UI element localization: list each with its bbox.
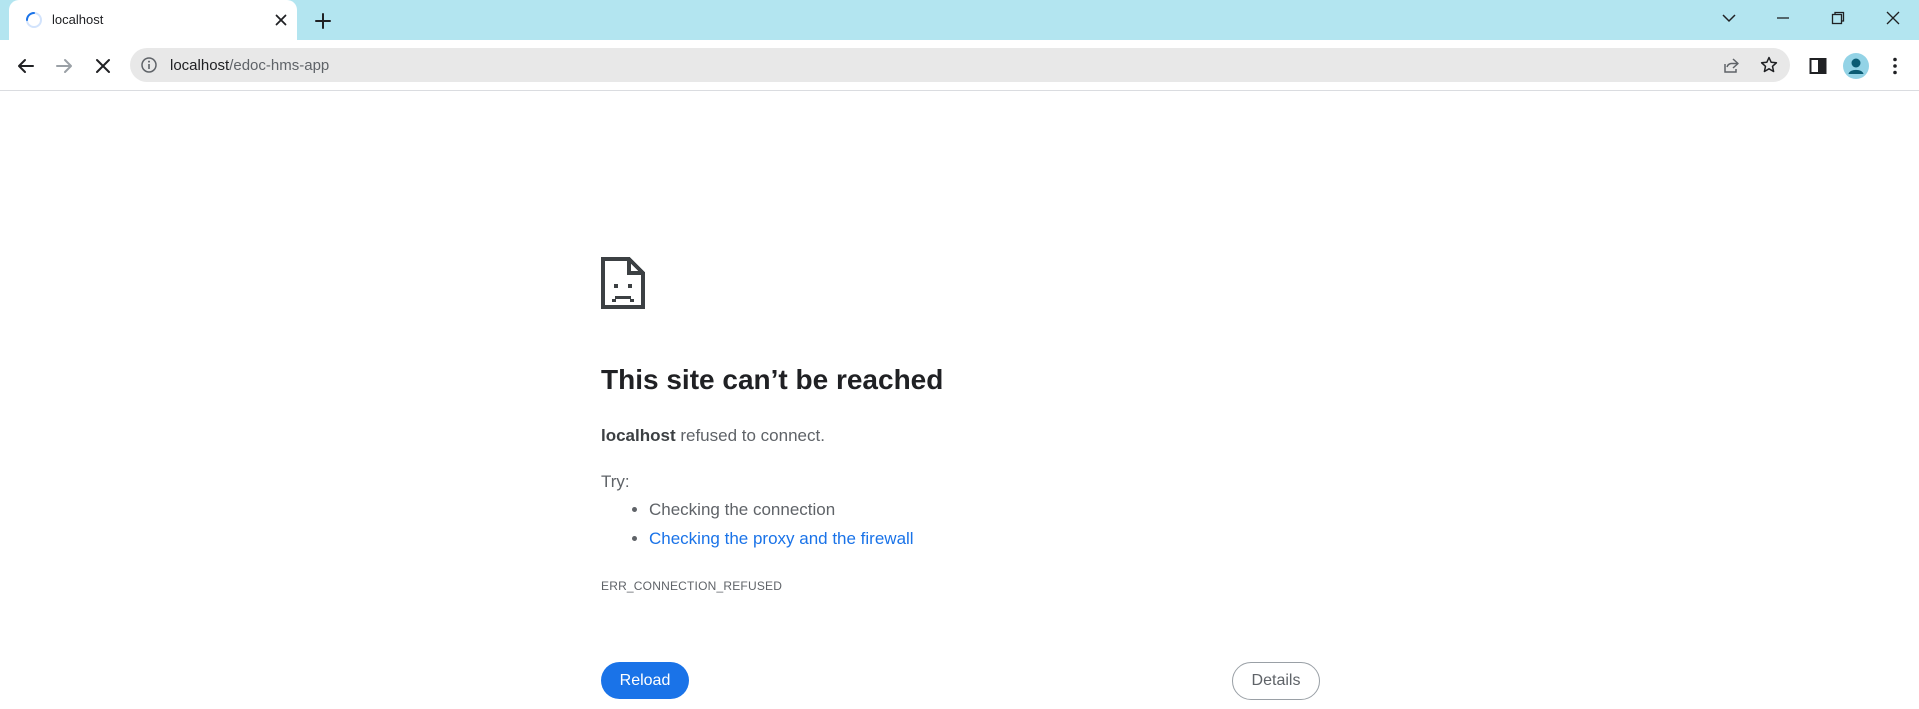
forward-arrow-icon[interactable]	[52, 54, 76, 78]
browser-tab[interactable]: localhost	[9, 0, 297, 40]
close-icon[interactable]	[1881, 6, 1905, 30]
error-code: ERR_CONNECTION_REFUSED	[601, 579, 783, 593]
error-message: localhost refused to connect.	[601, 426, 825, 446]
chevron-down-icon[interactable]	[1717, 6, 1741, 30]
error-host: localhost	[601, 426, 676, 445]
plus-icon[interactable]	[311, 9, 335, 33]
address-host: localhost	[170, 57, 230, 74]
restore-icon[interactable]	[1826, 6, 1850, 30]
error-heading: This site can’t be reached	[601, 364, 944, 395]
share-icon[interactable]	[1721, 55, 1741, 75]
try-label: Try:	[601, 472, 630, 491]
error-message-text: refused to connect.	[675, 426, 825, 445]
close-icon[interactable]	[272, 11, 290, 29]
browser-toolbar: localhost/edoc-hms-app	[0, 40, 1919, 91]
sad-page-icon	[601, 257, 645, 309]
star-icon[interactable]	[1759, 55, 1779, 75]
tab-strip: localhost	[0, 0, 1919, 40]
address-bar[interactable]: localhost/edoc-hms-app	[130, 48, 1790, 82]
address-path: /edoc-hms-app	[229, 57, 330, 74]
profile-avatar-icon[interactable]	[1843, 53, 1869, 79]
proxy-firewall-link[interactable]: Checking the proxy and the firewall	[649, 529, 914, 548]
tab-title: localhost	[52, 12, 104, 27]
stop-loading-icon[interactable]	[91, 54, 115, 78]
side-panel-icon[interactable]	[1806, 54, 1830, 78]
suggestion-item: Checking the connection	[649, 495, 914, 524]
address-url[interactable]: localhost/edoc-hms-app	[170, 57, 329, 74]
reload-button[interactable]: Reload	[601, 662, 689, 699]
suggestion-item: Checking the proxy and the firewall	[649, 524, 914, 553]
kebab-menu-icon[interactable]	[1883, 54, 1907, 78]
person-icon	[1848, 58, 1864, 74]
info-icon[interactable]	[140, 56, 158, 74]
back-arrow-icon[interactable]	[14, 54, 38, 78]
spinner-icon	[26, 12, 42, 28]
suggestion-list: Checking the connection Checking the pro…	[601, 495, 914, 553]
minimize-icon[interactable]	[1771, 6, 1795, 30]
details-button[interactable]: Details	[1232, 662, 1320, 700]
